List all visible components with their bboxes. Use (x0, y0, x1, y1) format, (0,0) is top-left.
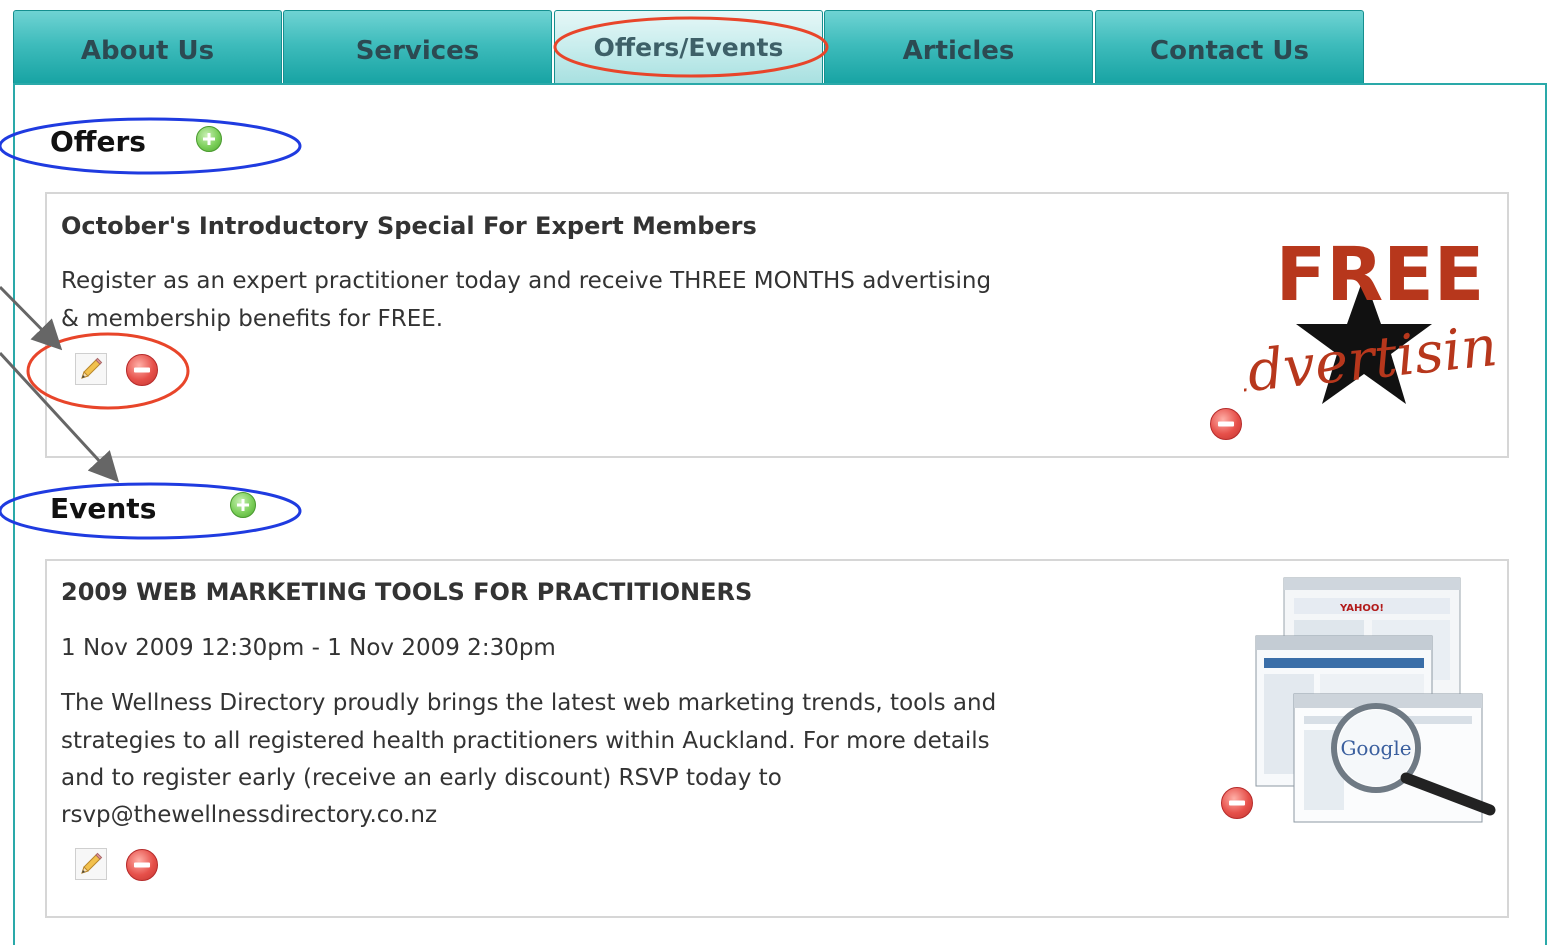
free-advertising-image: FREE Advertising (1244, 232, 1496, 410)
add-offer-icon[interactable] (196, 126, 222, 152)
tab-contact-us[interactable]: Contact Us (1095, 10, 1364, 84)
add-event-icon[interactable] (230, 492, 256, 518)
tab-services[interactable]: Services (283, 10, 552, 84)
pencil-icon (81, 357, 103, 379)
edit-offer-pencil-icon[interactable] (75, 353, 107, 385)
remove-offer-icon[interactable] (126, 354, 158, 386)
google-logo-text: Google (1340, 736, 1411, 760)
remove-offer-image-icon[interactable] (1210, 408, 1242, 440)
event-body-line-3: and to register early (receive an early … (61, 765, 782, 791)
offer-body-line-1: Register as an expert practitioner today… (61, 268, 992, 294)
remove-event-image-icon[interactable] (1221, 787, 1253, 819)
event-image: YAHOO! Google (1254, 574, 1498, 824)
event-datetime: 1 Nov 2009 12:30pm - 1 Nov 2009 2:30pm (61, 635, 556, 661)
edit-event-pencil-icon[interactable] (75, 848, 107, 880)
event-body-line-4: rsvp@thewellnessdirectory.co.nz (61, 802, 438, 828)
remove-event-icon[interactable] (126, 849, 158, 881)
offer-body-line-2: & membership benefits for FREE. (61, 306, 444, 332)
tab-offers-events[interactable]: Offers/Events (554, 10, 823, 84)
event-body-line-1: The Wellness Directory proudly brings th… (61, 690, 997, 716)
offer-title: October's Introductory Special For Exper… (61, 212, 757, 240)
offer-image: FREE Advertising (1244, 206, 1496, 428)
web-marketing-image: YAHOO! Google (1255, 577, 1496, 823)
pencil-icon (81, 852, 103, 874)
page: About Us Services Offers/Events Articles… (0, 0, 1549, 945)
events-heading: Events (50, 492, 157, 525)
offers-heading: Offers (50, 125, 146, 158)
tab-about-us[interactable]: About Us (13, 10, 282, 84)
tab-articles[interactable]: Articles (824, 10, 1093, 84)
event-body-line-2: strategies to all registered health prac… (61, 728, 990, 754)
free-image-text: FREE (1276, 232, 1485, 318)
yahoo-banner-text: YAHOO! (1339, 603, 1384, 614)
event-title: 2009 WEB MARKETING TOOLS FOR PRACTITIONE… (61, 578, 753, 606)
